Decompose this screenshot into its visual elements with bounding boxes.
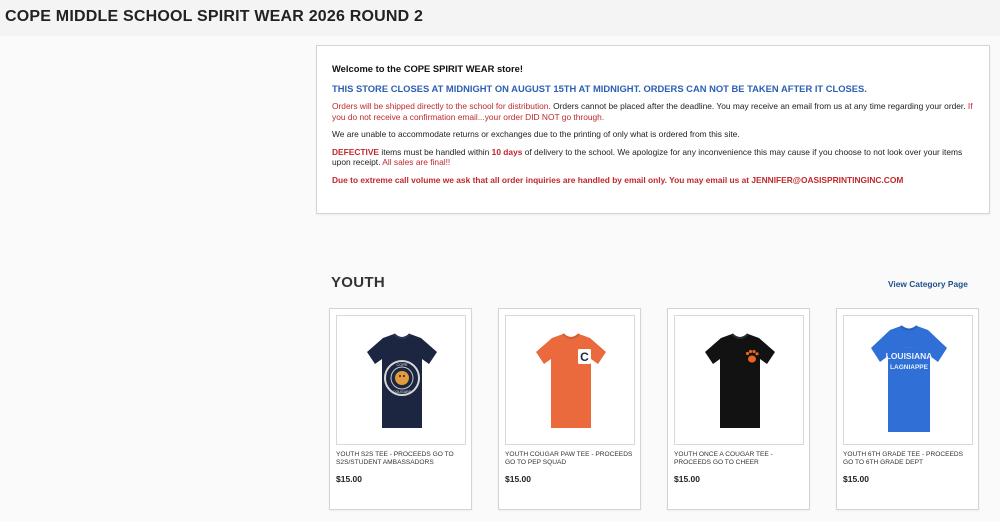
section-title-youth: YOUTH bbox=[331, 274, 385, 291]
defective-word: DEFECTIVE bbox=[332, 146, 379, 157]
defective-notice: DEFECTIVE items must be handled within 1… bbox=[332, 147, 975, 168]
product-image[interactable]: C bbox=[505, 315, 635, 445]
svg-text:C: C bbox=[580, 350, 589, 364]
shipping-text: Orders cannot be placed after the deadli… bbox=[550, 101, 966, 111]
product-price: $15.00 bbox=[843, 474, 869, 484]
store-title: COPE MIDDLE SCHOOL SPIRIT WEAR 2026 ROUN… bbox=[5, 8, 424, 25]
product-name[interactable]: YOUTH COUGAR PAW TEE - PROCEEDS GO TO PE… bbox=[505, 451, 635, 467]
product-card[interactable]: YOUTH ONCE A COUGAR TEE - PROCEEDS GO TO… bbox=[667, 308, 810, 510]
defective-text-1: items must be handled within bbox=[379, 146, 492, 157]
shirt-body bbox=[871, 326, 947, 432]
product-price: $15.00 bbox=[505, 474, 531, 484]
shirt-body bbox=[536, 334, 606, 428]
svg-text:COUGARS: COUGARS bbox=[393, 390, 412, 394]
shipping-notice: Orders will be shipped directly to the s… bbox=[332, 101, 975, 122]
product-card[interactable]: COPE COUGARS YOUTH S2S TEE - PROCEEDS GO… bbox=[329, 308, 472, 510]
svg-text:LOUISIANA: LOUISIANA bbox=[886, 351, 933, 361]
shipping-red-text: Orders will be shipped directly to the s… bbox=[332, 101, 551, 111]
product-image[interactable]: · · · · · · · · LOUISIANA LAGNIAPPE bbox=[843, 315, 973, 445]
closing-notice: THIS STORE CLOSES AT MIDNIGHT ON AUGUST … bbox=[332, 82, 867, 94]
product-image[interactable]: COPE COUGARS bbox=[336, 315, 466, 445]
all-sales-final: All sales are final!! bbox=[380, 157, 451, 167]
product-price: $15.00 bbox=[674, 474, 700, 484]
shirt-body bbox=[705, 334, 775, 428]
svg-text:· · · · · · · ·: · · · · · · · · bbox=[902, 345, 916, 349]
returns-notice: We are unable to accommodate returns or … bbox=[332, 129, 740, 139]
product-name[interactable]: YOUTH ONCE A COUGAR TEE - PROCEEDS GO TO… bbox=[674, 451, 804, 467]
product-image[interactable] bbox=[674, 315, 804, 445]
tshirt-icon: C bbox=[536, 333, 606, 428]
defective-days: 10 days bbox=[491, 146, 523, 157]
product-price: $15.00 bbox=[336, 474, 362, 484]
tshirt-icon: · · · · · · · · LOUISIANA LAGNIAPPE bbox=[871, 325, 947, 432]
svg-text:LAGNIAPPE: LAGNIAPPE bbox=[890, 364, 929, 371]
welcome-message: Welcome to the COPE SPIRIT WEAR store! bbox=[332, 63, 523, 74]
tshirt-icon: COPE COUGARS bbox=[367, 333, 437, 428]
view-category-link[interactable]: View Category Page bbox=[888, 279, 968, 289]
tshirt-icon bbox=[705, 333, 775, 428]
store-notice-box: Welcome to the COPE SPIRIT WEAR store! T… bbox=[316, 45, 990, 214]
product-name[interactable]: YOUTH S2S TEE - PROCEEDS GO TO S2S/STUDE… bbox=[336, 451, 466, 467]
product-card[interactable]: · · · · · · · · LOUISIANA LAGNIAPPE YOUT… bbox=[836, 308, 979, 510]
store-header: COPE MIDDLE SCHOOL SPIRIT WEAR 2026 ROUN… bbox=[0, 0, 1000, 36]
product-card[interactable]: C YOUTH COUGAR PAW TEE - PROCEEDS GO TO … bbox=[498, 308, 641, 510]
product-name[interactable]: YOUTH 6TH GRADE TEE - PROCEEDS GO TO 6TH… bbox=[843, 451, 973, 467]
inquiries-notice: Due to extreme call volume we ask that a… bbox=[332, 174, 904, 185]
svg-text:COPE: COPE bbox=[396, 362, 408, 367]
